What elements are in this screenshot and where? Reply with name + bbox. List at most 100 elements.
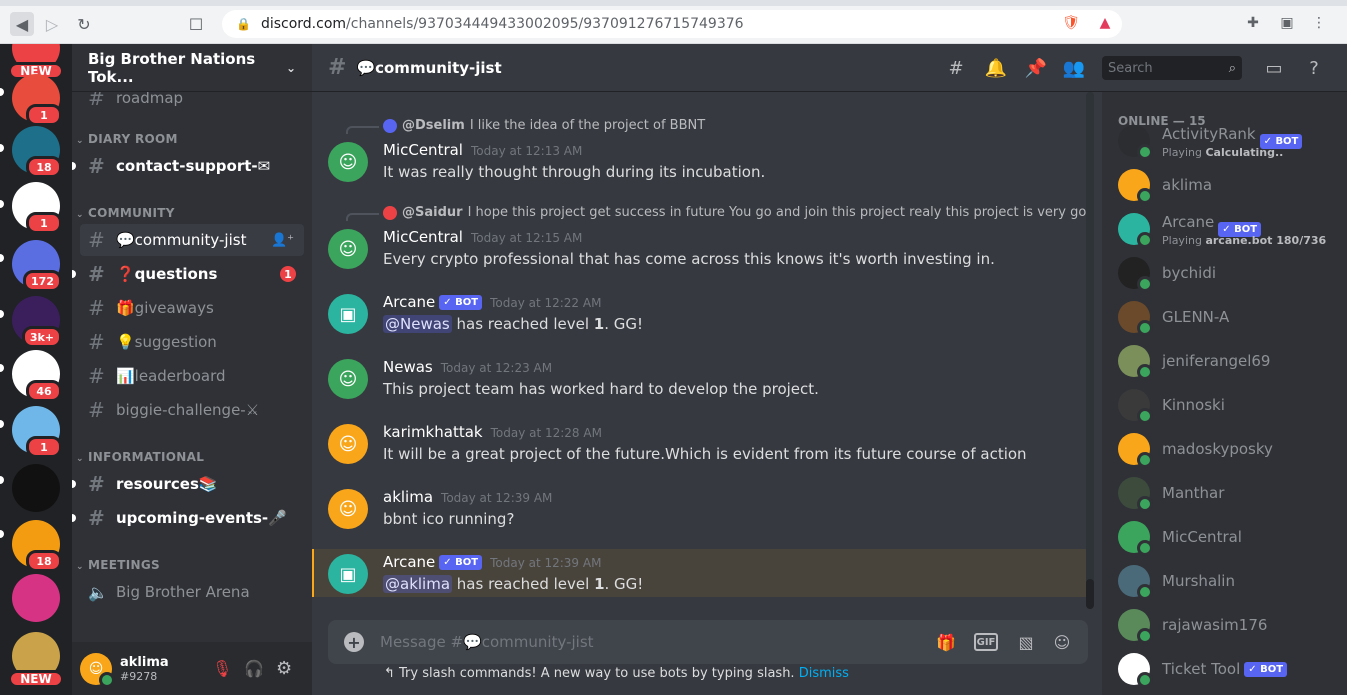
avatar[interactable]: ☺ <box>80 652 115 688</box>
channel-upcoming-events[interactable]: # upcoming-events-🎤 <box>72 502 304 534</box>
chevron-icon: ⌄ <box>76 562 84 572</box>
message-author[interactable]: karimkhattak Today at 12:28 AM <box>383 423 602 441</box>
member-item[interactable]: Murshalin <box>1118 560 1338 602</box>
channel-community-jist[interactable]: # 💬community-jist 👤⁺ <box>80 224 304 256</box>
channel-title: 💬community-jist <box>356 58 502 77</box>
address-bar[interactable]: 🔒 discord.com/channels/93703444943300209… <box>222 10 1122 38</box>
wallet-icon[interactable]: ▣ <box>1276 12 1298 34</box>
scrollbar-thumb[interactable] <box>1086 579 1094 609</box>
category-diary-room[interactable]: ⌄ DIARY ROOM <box>76 132 178 146</box>
threads-icon[interactable]: # <box>944 56 968 80</box>
server-icon[interactable] <box>12 574 60 622</box>
avatar[interactable]: ☺ <box>328 359 368 399</box>
help-icon[interactable]: ? <box>1302 56 1326 80</box>
message-author[interactable]: aklima Today at 12:39 AM <box>383 488 552 506</box>
member-name: madoskyposky <box>1162 440 1273 458</box>
headphones-icon[interactable]: 🎧 <box>244 659 264 678</box>
reload-icon[interactable]: ↻ <box>72 12 96 36</box>
member-name: ActivityRank <box>1162 125 1256 143</box>
server-icon[interactable] <box>12 464 60 512</box>
member-item[interactable]: GLENN-A <box>1118 296 1338 338</box>
category-informational[interactable]: ⌄ INFORMATIONAL <box>76 450 204 464</box>
back-icon[interactable]: ◀ <box>10 12 34 36</box>
menu-icon[interactable]: ⋮ <box>1308 12 1330 34</box>
forward-icon[interactable]: ▷ <box>40 12 64 36</box>
dismiss-link[interactable]: Dismiss <box>799 666 849 681</box>
avatar[interactable]: ☺ <box>328 229 368 269</box>
level-value: 1 <box>593 315 605 333</box>
status-online-icon <box>99 671 115 688</box>
emoji-icon[interactable]: ☺ <box>1050 630 1074 654</box>
server-icon[interactable]: 1 <box>12 182 62 234</box>
member-item[interactable]: jeniferangel69 <box>1118 340 1338 382</box>
member-item[interactable]: Manthar <box>1118 472 1338 514</box>
reply-spine <box>346 213 379 221</box>
member-item[interactable]: Kinnoski <box>1118 384 1338 426</box>
channel-roadmap[interactable]: # roadmap <box>80 92 304 114</box>
channel-contact-support[interactable]: # contact-support-✉ <box>72 150 304 182</box>
channel-questions[interactable]: # ❓questions 1 <box>72 258 304 290</box>
channel-biggie-challenge[interactable]: # biggie-challenge-⚔ <box>80 394 304 426</box>
gear-icon[interactable]: ⚙ <box>276 658 292 679</box>
gif-icon[interactable]: GIF <box>974 633 998 651</box>
message-text: @Newas has reached level 1. GG! <box>383 315 643 333</box>
server-icon[interactable]: 172 <box>12 240 62 292</box>
avatar[interactable]: ☺ <box>328 424 368 464</box>
member-item[interactable]: madoskyposky <box>1118 428 1338 470</box>
member-list-icon[interactable]: 👥 <box>1062 56 1086 80</box>
voice-channel-arena[interactable]: 🔈 Big Brother Arena <box>80 576 304 608</box>
avatar[interactable]: ▣ <box>328 554 368 594</box>
avatar[interactable]: ▣ <box>328 294 368 334</box>
server-icon[interactable]: 1 <box>12 406 62 458</box>
message-author[interactable]: MicCentral Today at 12:13 AM <box>383 141 582 159</box>
server-icon[interactable]: 18 <box>12 126 62 178</box>
avatar[interactable]: ☺ <box>328 489 368 529</box>
server-header[interactable]: Big Brother Nations Tok... ⌄ <box>72 44 312 92</box>
server-icon[interactable]: 18 <box>12 520 62 572</box>
gift-icon[interactable]: 🎁 <box>934 630 958 654</box>
server-icon[interactable]: 1 <box>12 74 62 126</box>
member-item[interactable]: ActivityRank ✓ BOT Playing Calculating.. <box>1118 120 1338 162</box>
member-item[interactable]: bychidi <box>1118 252 1338 294</box>
channel-leaderboard[interactable]: # 📊leaderboard <box>80 360 304 392</box>
pin-icon[interactable]: 📌 <box>1024 56 1048 80</box>
server-icon[interactable]: 46 <box>12 350 62 402</box>
channel-resources[interactable]: # resources📚 <box>72 468 304 500</box>
bell-icon[interactable]: 🔔 <box>984 56 1008 80</box>
brave-rewards-icon[interactable]: ▲ <box>1094 12 1116 34</box>
inbox-icon[interactable]: ▭ <box>1262 56 1286 80</box>
add-attachment-icon[interactable]: + <box>344 632 364 652</box>
server-icon[interactable]: 3k+ <box>12 296 62 348</box>
message-author[interactable]: Arcane ✓ BOT Today at 12:22 AM <box>383 293 601 311</box>
user-mention[interactable]: @Newas <box>383 315 452 333</box>
message-input[interactable]: Message #💬community-jist <box>380 633 594 651</box>
member-item[interactable]: aklima <box>1118 164 1338 206</box>
member-item[interactable]: Arcane ✓ BOT Playing arcane.bot 180/736 <box>1118 208 1338 250</box>
mute-icon[interactable]: 🎙 <box>212 659 232 678</box>
message-composer[interactable]: + Message #💬community-jist 🎁 GIF ▧ ☺ <box>328 620 1088 664</box>
sticker-icon[interactable]: ▧ <box>1014 630 1038 654</box>
brave-shield-icon[interactable]: 🛡 <box>1060 12 1082 34</box>
reply-preview[interactable]: @Saidur I hope this project get success … <box>383 205 1090 220</box>
speaker-icon: 🔈 <box>88 582 108 602</box>
channel-giveaways[interactable]: # 🎁giveaways <box>80 292 304 324</box>
member-item[interactable]: rajawasim176 <box>1118 604 1338 646</box>
bookmark-icon[interactable]: ☐ <box>184 12 208 36</box>
member-item[interactable]: Ticket Tool ✓ BOT <box>1118 648 1338 690</box>
search-input[interactable]: Search ⌕ <box>1102 56 1242 80</box>
extensions-icon[interactable]: ✚ <box>1242 12 1264 34</box>
member-item[interactable]: MicCentral <box>1118 516 1338 558</box>
user-mention[interactable]: @aklima <box>383 575 453 593</box>
category-community[interactable]: ⌄ COMMUNITY <box>76 206 175 220</box>
category-meetings[interactable]: ⌄ MEETINGS <box>76 558 160 572</box>
invite-icon[interactable]: 👤⁺ <box>271 233 294 248</box>
message-author[interactable]: MicCentral Today at 12:15 AM <box>383 228 582 246</box>
reply-preview[interactable]: @Dselim I like the idea of the project o… <box>383 118 705 133</box>
channel-label: biggie-challenge-⚔ <box>116 401 260 419</box>
message-author[interactable]: Arcane ✓ BOT Today at 12:39 AM <box>383 553 601 571</box>
channel-label: roadmap <box>116 92 184 107</box>
scrollbar-track[interactable] <box>1086 92 1094 598</box>
channel-suggestion[interactable]: # 💡suggestion <box>80 326 304 358</box>
avatar[interactable]: ☺ <box>328 142 368 182</box>
message-author[interactable]: Newas Today at 12:23 AM <box>383 358 552 376</box>
